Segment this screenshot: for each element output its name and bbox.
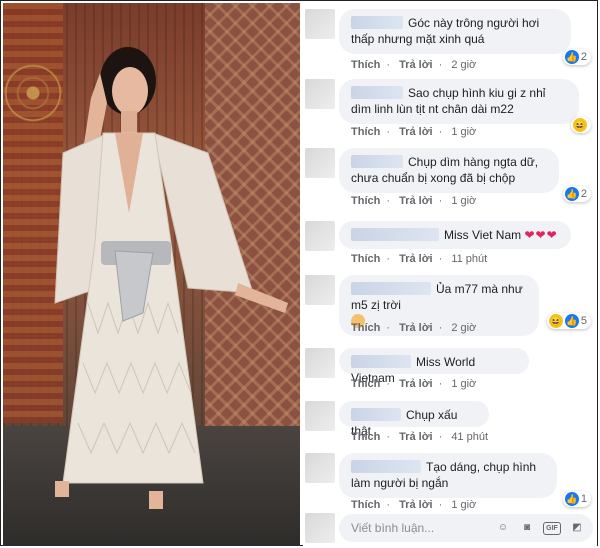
model-photo xyxy=(3,3,300,546)
like-reaction-icon: 👍 xyxy=(564,50,579,64)
commenter-avatar[interactable] xyxy=(305,275,335,305)
comment-actions: Thích · Trả lời · 11 phút xyxy=(351,253,488,265)
commenter-avatar[interactable] xyxy=(305,79,335,109)
emoji-icon[interactable]: ☺ xyxy=(495,520,511,536)
commenter-name[interactable] xyxy=(351,355,411,368)
camera-icon[interactable]: ◙ xyxy=(519,520,535,536)
comment-item: Miss Viet Nam ❤❤❤ Thích · Trả lời · 11 phú… xyxy=(303,221,597,265)
comment-time[interactable]: 1 giờ xyxy=(451,126,476,138)
comment-actions: Thích · Trả lời · 1 giờ xyxy=(351,378,477,390)
comment-input[interactable]: Viết bình luận... ☺ ◙ GIF ◩ xyxy=(339,514,593,542)
reply-link[interactable]: Trả lời xyxy=(399,322,433,334)
comment-item: Góc này trông người hơi thấp nhưng mặt x… xyxy=(303,9,597,71)
comment-actions: Thích · Trả lời · 2 giờ xyxy=(351,322,477,334)
reaction-badge[interactable]: 😆 xyxy=(571,117,591,133)
comment-time[interactable]: 2 giờ xyxy=(451,322,476,334)
haha-reaction-icon: 😆 xyxy=(573,118,587,132)
comment-item: Tạo dáng, chụp hình làm người bị ngắn 👍 … xyxy=(303,453,597,511)
comment-time[interactable]: 1 giờ xyxy=(451,195,476,207)
reaction-count: 2 xyxy=(580,188,587,200)
comment-time[interactable]: 1 giờ xyxy=(451,378,476,390)
comment-item: Chụp dìm hàng ngta dữ, chưa chuẩn bị xon… xyxy=(303,148,597,210)
comment-text: Miss Viet Nam xyxy=(444,228,522,242)
reaction-badge[interactable]: 👍 2 xyxy=(562,49,591,65)
comments-panel: Góc này trông người hơi thấp nhưng mặt x… xyxy=(303,3,597,546)
reply-link[interactable]: Trả lời xyxy=(399,431,433,443)
reaction-count: 2 xyxy=(580,51,587,63)
haha-reaction-icon: 😆 xyxy=(548,314,563,328)
comment-composer: Viết bình luận... ☺ ◙ GIF ◩ xyxy=(303,513,597,543)
like-link[interactable]: Thích xyxy=(351,59,380,71)
commenter-avatar[interactable] xyxy=(305,148,335,178)
like-reaction-icon: 👍 xyxy=(564,492,579,506)
comment-input-placeholder: Viết bình luận... xyxy=(351,521,435,535)
reply-link[interactable]: Trả lời xyxy=(399,253,433,265)
like-link[interactable]: Thích xyxy=(351,378,380,390)
comment-time[interactable]: 1 giờ xyxy=(451,499,476,511)
like-reaction-icon: 👍 xyxy=(564,187,579,201)
reply-link[interactable]: Trả lời xyxy=(399,59,433,71)
commenter-avatar[interactable] xyxy=(305,9,335,39)
screenshot-frame: Góc này trông người hơi thấp nhưng mặt x… xyxy=(0,0,598,546)
reply-link[interactable]: Trả lời xyxy=(399,195,433,207)
comment-actions: Thích · Trả lời · 1 giờ xyxy=(351,499,477,511)
commenter-avatar[interactable] xyxy=(305,221,335,251)
comment-actions: Thích · Trả lời · 2 giờ xyxy=(351,59,477,71)
reply-link[interactable]: Trả lời xyxy=(399,378,433,390)
comment-bubble: Miss World Vietnam xyxy=(339,348,529,385)
commenter-name[interactable] xyxy=(351,155,403,168)
composer-icons: ☺ ◙ GIF ◩ xyxy=(495,520,585,536)
commenter-avatar[interactable] xyxy=(305,453,335,483)
comment-actions: Thích · Trả lời · 1 giờ xyxy=(351,126,477,138)
comment-actions: Thích · Trả lời · 1 giờ xyxy=(351,195,477,207)
reaction-badge[interactable]: 👍 2 xyxy=(562,186,591,202)
commenter-avatar[interactable] xyxy=(305,348,335,378)
like-link[interactable]: Thích xyxy=(351,195,380,207)
comment-item: Ủa m77 mà như m5 zị trời 😆 👍 5 Thích · Tr… xyxy=(303,275,597,337)
model-figure xyxy=(54,47,288,509)
reaction-count: 1 xyxy=(580,493,587,505)
commenter-name[interactable] xyxy=(351,408,401,421)
comment-bubble: Miss Viet Nam ❤❤❤ xyxy=(339,221,571,249)
reaction-count: 5 xyxy=(580,315,587,327)
comment-time[interactable]: 41 phút xyxy=(451,431,488,443)
like-link[interactable]: Thích xyxy=(351,322,380,334)
commenter-name[interactable] xyxy=(351,460,421,473)
comment-item: Sao chụp hình kiu gi z nhỉ dìm linh lùn … xyxy=(303,79,597,141)
commenter-avatar[interactable] xyxy=(305,401,335,431)
like-link[interactable]: Thích xyxy=(351,253,380,265)
like-link[interactable]: Thích xyxy=(351,126,380,138)
current-user-avatar[interactable] xyxy=(305,513,335,543)
commenter-name[interactable] xyxy=(351,86,403,99)
commenter-name[interactable] xyxy=(351,282,431,295)
comment-bubble: Sao chụp hình kiu gi z nhỉ dìm linh lùn … xyxy=(339,79,579,124)
like-link[interactable]: Thích xyxy=(351,431,380,443)
comment-item: Miss World Vietnam Thích · Trả lời · 1 giờ xyxy=(303,348,597,392)
reply-link[interactable]: Trả lời xyxy=(399,499,433,511)
comment-item: Chụp xấu thật Thích · Trả lời · 41 phút xyxy=(303,401,597,445)
reply-link[interactable]: Trả lời xyxy=(399,126,433,138)
heart-emojis: ❤❤❤ xyxy=(524,228,558,242)
comment-bubble: Tạo dáng, chụp hình làm người bị ngắn xyxy=(339,453,557,498)
sticker-icon[interactable]: ◩ xyxy=(569,520,585,536)
comment-bubble: Chụp xấu thật xyxy=(339,401,489,438)
comment-time[interactable]: 11 phút xyxy=(451,253,487,265)
comment-actions: Thích · Trả lời · 41 phút xyxy=(351,431,489,443)
like-reaction-icon: 👍 xyxy=(564,314,579,328)
comment-bubble: Chụp dìm hàng ngta dữ, chưa chuẩn bị xon… xyxy=(339,148,559,193)
comment-bubble: Góc này trông người hơi thấp nhưng mặt x… xyxy=(339,9,571,54)
commenter-name[interactable] xyxy=(351,16,403,29)
like-link[interactable]: Thích xyxy=(351,499,380,511)
comment-time[interactable]: 2 giờ xyxy=(451,59,476,71)
reaction-badge[interactable]: 👍 1 xyxy=(562,491,591,507)
reaction-badge[interactable]: 😆 👍 5 xyxy=(546,313,591,329)
commenter-name[interactable] xyxy=(351,228,439,241)
gif-icon[interactable]: GIF xyxy=(543,522,561,535)
